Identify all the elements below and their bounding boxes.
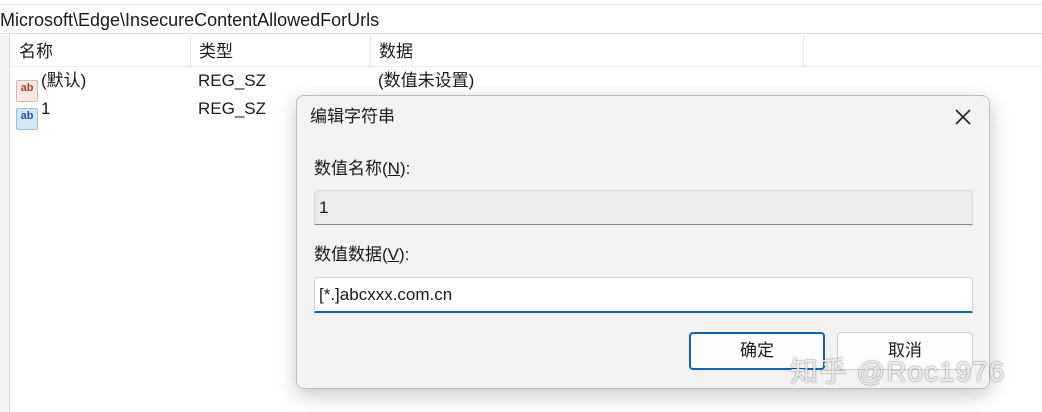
watermark: 知乎 @Roc1976 <box>790 356 1006 387</box>
close-icon <box>955 109 971 125</box>
row-type: REG_SZ <box>198 99 267 118</box>
row-type: REG_SZ <box>198 71 267 90</box>
row-name-cell: ab 1 <box>16 95 50 130</box>
list-header: 名称 类型 数据 <box>11 36 1042 67</box>
row-name: (默认) <box>41 71 87 90</box>
list-row-default[interactable]: ab (默认) REG_SZ (数值未设置) <box>11 67 1042 102</box>
value-data-label: 数值数据(V): <box>314 245 410 264</box>
address-bar[interactable]: Microsoft\Edge\InsecureContentAllowedFor… <box>0 4 1042 34</box>
dialog-title: 编辑字符串 <box>310 107 395 126</box>
column-header-type[interactable]: 类型 <box>191 36 371 67</box>
row-data: (数值未设置) <box>378 71 475 90</box>
value-name-label: 数值名称(N): <box>314 159 411 178</box>
close-button[interactable] <box>943 100 983 134</box>
tree-pane-edge[interactable] <box>0 35 10 412</box>
value-data-input[interactable] <box>314 277 973 313</box>
value-name-field[interactable]: 1 <box>314 190 973 225</box>
column-header-name[interactable]: 名称 <box>11 36 191 67</box>
row-name: 1 <box>41 99 51 118</box>
registry-editor: Microsoft\Edge\InsecureContentAllowedFor… <box>0 0 1042 412</box>
string-value-icon: ab <box>16 108 38 130</box>
column-header-data[interactable]: 数据 <box>371 36 804 67</box>
edit-string-dialog: 编辑字符串 数值名称(N): 1 数值数据(V): 确定 取消 <box>296 95 990 389</box>
